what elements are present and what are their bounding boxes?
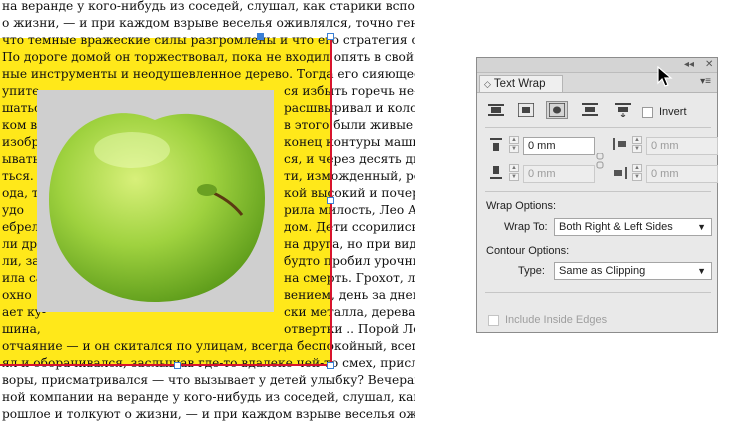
text-segment: ски металла, дерева, мо-: [284, 305, 415, 319]
text-line: ной компании на веранде у кого-нибудь из…: [0, 389, 415, 406]
jump-to-next-column-icon: [615, 103, 631, 117]
text-line: о жизни, — и при каждом взрыве веселья о…: [0, 15, 415, 32]
text-line: рошлое и толкуют о жизни, — и при каждом…: [0, 406, 415, 421]
mouse-cursor-icon: [657, 66, 673, 87]
text-segment: рила милость, Лео Ауф-: [284, 203, 415, 217]
separator: [485, 292, 711, 293]
jump-object-button[interactable]: [579, 101, 601, 119]
text-segment: ли, за: [2, 254, 40, 268]
text-segment: о жизни, — и при каждом взрыве веселья о…: [2, 16, 415, 30]
wrap-options-heading: Wrap Options:: [486, 200, 557, 212]
text-segment: По дороге домой он торжествовал, пока не…: [2, 50, 415, 64]
panel-tabbar: ◇ Text Wrap ▾≡: [477, 73, 717, 93]
text-segment: конец контуры маши-: [284, 135, 415, 149]
contour-options-heading: Contour Options:: [486, 245, 570, 257]
text-line: воры, присматривался — что вызывает у де…: [0, 372, 415, 389]
text-segment: отчаяние — и он скитался по улицам, всег…: [2, 339, 415, 353]
text-line: на веранде у кого-нибудь из соседей, слу…: [0, 0, 415, 15]
top-offset-field[interactable]: 0 mm: [523, 137, 595, 155]
collapse-icon[interactable]: ◂◂: [684, 59, 694, 70]
text-segment: что темные вражеские силы разгромлены и …: [2, 33, 415, 47]
separator: [485, 191, 711, 192]
type-label: Type:: [518, 265, 545, 277]
selection-handle-right[interactable]: [327, 197, 334, 204]
text-segment: ся избыть горечь не-: [284, 84, 415, 98]
bottom-offset-icon: [490, 166, 502, 179]
text-segment: ной компании на веранде у кого-нибудь из…: [2, 390, 415, 404]
text-segment: воры, присматривался — что вызывает у де…: [2, 373, 415, 387]
wrap-object-shape-button[interactable]: [546, 101, 568, 119]
bottom-offset-stepper[interactable]: ▲ ▼: [509, 164, 519, 182]
wrap-to-dropdown[interactable]: Both Right & Left Sides ▼: [554, 218, 712, 236]
text-segment: на веранде у кого-нибудь из соседей, слу…: [2, 0, 415, 13]
text-segment: отвертки .. Порой Лео: [284, 322, 415, 336]
right-offset-icon: [614, 167, 627, 179]
text-line: По дороге домой он торжествовал, пока не…: [0, 49, 415, 66]
text-line: отчаяние — и он скитался по улицам, всег…: [0, 338, 415, 355]
panel-menu-icon[interactable]: ▾≡: [700, 76, 711, 87]
invert-checkbox[interactable]: [642, 107, 653, 118]
wrap-object-shape-icon: [549, 103, 565, 117]
apple-image[interactable]: [37, 90, 274, 312]
frame-edge-bottom: [0, 364, 332, 366]
panel-titlebar: ◂◂ ✕: [477, 58, 717, 73]
close-icon[interactable]: ✕: [705, 59, 713, 70]
text-segment: на друга, но при виде: [284, 237, 415, 251]
tab-text-wrap[interactable]: ◇ Text Wrap: [479, 75, 563, 92]
text-segment: ся, и через десять дней: [284, 152, 415, 166]
selection-handle-bottom-right[interactable]: [327, 362, 334, 369]
wrap-to-value: Both Right & Left Sides: [559, 221, 673, 233]
tab-toggle-icon: ◇: [484, 79, 491, 89]
selection-handle-top-right[interactable]: [327, 33, 334, 40]
text-segment: ные инструменты и неодушевленное дерево.…: [2, 67, 415, 81]
text-line: что темные вражеские силы разгромлены и …: [0, 32, 415, 49]
tab-text-wrap-label: Text Wrap: [493, 78, 546, 90]
document-page: на веранде у кого-нибудь из соседей, слу…: [0, 0, 415, 421]
left-offset-icon: [613, 138, 626, 150]
chevron-down-icon: ▼: [697, 222, 706, 232]
text-segment: расшвыривал и коло-: [284, 101, 415, 115]
jump-object-icon: [582, 103, 598, 116]
wrap-bounding-box-button[interactable]: [515, 101, 537, 119]
separator: [485, 127, 711, 128]
text-segment: кой высокий и почер-: [284, 186, 415, 200]
wrap-bounding-box-icon: [518, 103, 534, 117]
left-offset-stepper[interactable]: ▲ ▼: [632, 136, 642, 154]
selection-handle-bottom[interactable]: [174, 362, 181, 369]
contour-type-dropdown[interactable]: Same as Clipping ▼: [554, 262, 712, 280]
text-segment: в этого были живые: [284, 118, 414, 132]
text-segment: охно: [2, 288, 32, 302]
text-segment: удо: [2, 203, 25, 217]
invert-label: Invert: [659, 106, 687, 118]
top-offset-stepper[interactable]: ▲ ▼: [509, 136, 519, 154]
no-wrap-icon: [488, 104, 504, 116]
text-line: ные инструменты и неодушевленное дерево.…: [0, 66, 415, 83]
selection-handle-top[interactable]: [257, 33, 264, 40]
text-segment: рошлое и толкуют о жизни, — и при каждом…: [2, 407, 415, 421]
right-offset-field[interactable]: 0 mm: [646, 165, 718, 183]
right-offset-stepper[interactable]: ▲ ▼: [632, 164, 642, 182]
include-inside-edges-label: Include Inside Edges: [505, 314, 608, 326]
jump-to-next-column-button[interactable]: [612, 101, 634, 119]
no-wrap-button[interactable]: [485, 101, 507, 119]
text-segment: шина,: [2, 322, 41, 336]
chevron-down-icon: ▼: [697, 266, 706, 276]
chain-link-icon[interactable]: [595, 153, 605, 169]
top-offset-icon: [490, 138, 502, 151]
text-segment: дом. Дети ссорились и: [284, 220, 415, 234]
text-segment: ться.: [2, 169, 34, 183]
text-line: шина, отвертки .. Порой Лео: [0, 321, 415, 338]
text-segment: будто пробил урочный: [284, 254, 415, 268]
text-segment: вением, день за днем в: [284, 288, 415, 302]
left-offset-field[interactable]: 0 mm: [646, 137, 718, 155]
text-segment: на смерть. Грохот, лязг,: [284, 271, 415, 285]
text-segment: ти, изможденный, ро-: [284, 169, 415, 183]
wrap-to-label: Wrap To:: [504, 221, 548, 233]
text-wrap-panel: ◂◂ ✕ ◇ Text Wrap ▾≡ Invert ▲ ▼ 0 mm ▲ ▼ …: [476, 57, 718, 333]
bottom-offset-field[interactable]: 0 mm: [523, 165, 595, 183]
include-inside-edges-checkbox[interactable]: [488, 315, 499, 326]
contour-type-value: Same as Clipping: [559, 265, 646, 277]
